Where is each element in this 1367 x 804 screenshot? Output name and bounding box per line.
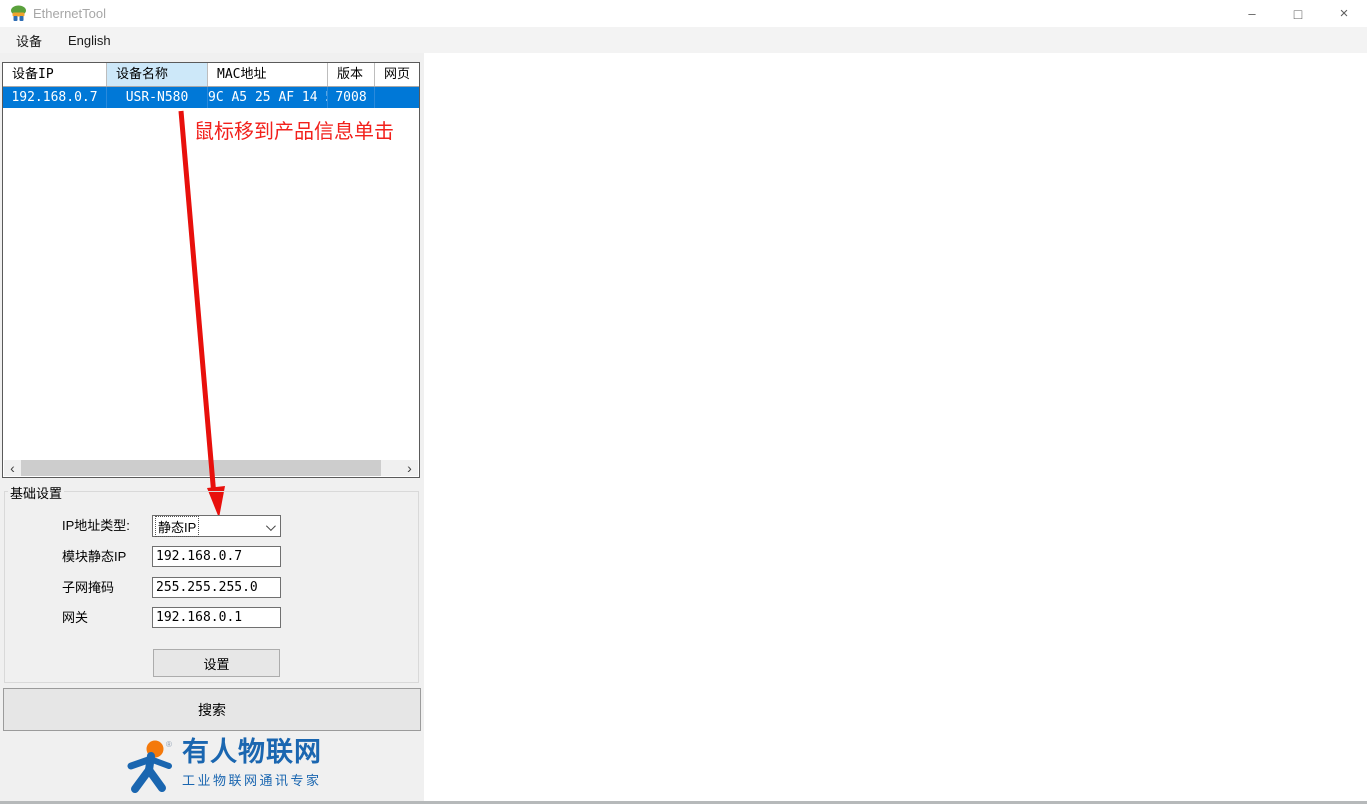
maximize-icon: □	[1294, 6, 1302, 22]
device-table-header: 设备IP 设备名称 MAC地址 版本 网页	[3, 63, 419, 87]
table-row-selected[interactable]: 192.168.0.7 USR-N580 9C A5 25 AF 14 57 7…	[3, 87, 419, 108]
basic-settings-label: 基础设置	[8, 483, 64, 502]
subnet-label: 子网掩码	[62, 577, 114, 599]
brand-text: 有人物联网 工业物联网通讯专家	[182, 737, 322, 789]
close-icon: ×	[1340, 5, 1349, 22]
header-cell-mac[interactable]: MAC地址	[208, 63, 328, 86]
left-panel: 设备IP 设备名称 MAC地址 版本 网页 192.168.0.7 USR-N5…	[0, 53, 424, 801]
menu-item-english[interactable]: English	[58, 29, 121, 52]
menu-bar: 设备 English	[0, 27, 1367, 53]
cell-version: 7008	[328, 87, 375, 108]
search-button[interactable]: 搜索	[3, 688, 421, 731]
static-ip-field[interactable]	[152, 546, 281, 567]
annotation-text: 鼠标移到产品信息单击	[194, 115, 394, 144]
cell-web	[375, 87, 419, 108]
minimize-icon: –	[1248, 6, 1255, 21]
svg-text:®: ®	[166, 740, 172, 749]
set-button[interactable]: 设置	[153, 649, 280, 677]
static-ip-label: 模块静态IP	[62, 546, 126, 568]
header-cell-device-ip[interactable]: 设备IP	[3, 63, 107, 86]
minimize-button[interactable]: –	[1229, 0, 1275, 27]
window-title: EthernetTool	[33, 6, 106, 21]
close-button[interactable]: ×	[1321, 0, 1367, 27]
ip-type-label: IP地址类型:	[62, 515, 130, 537]
header-cell-web[interactable]: 网页	[375, 63, 419, 86]
scrollbar-thumb[interactable]	[21, 460, 381, 476]
subnet-field[interactable]	[152, 577, 281, 598]
maximize-button[interactable]: □	[1275, 0, 1321, 27]
horizontal-scrollbar[interactable]: ‹ ›	[4, 460, 418, 476]
cell-mac: 9C A5 25 AF 14 57	[208, 87, 328, 108]
chevron-down-icon	[266, 521, 276, 531]
brand-name: 有人物联网	[182, 737, 322, 767]
header-cell-device-name[interactable]: 设备名称	[107, 63, 208, 86]
window-controls: – □ ×	[1229, 0, 1367, 27]
menu-item-device[interactable]: 设备	[6, 27, 52, 54]
titlebar: EthernetTool – □ ×	[0, 0, 1367, 27]
brand-logo: ® 有人物联网 工业物联网通讯专家	[124, 737, 322, 795]
scroll-right-icon[interactable]: ›	[401, 460, 418, 476]
header-cell-version[interactable]: 版本	[328, 63, 375, 86]
gateway-field[interactable]	[152, 607, 281, 628]
brand-tagline: 工业物联网通讯专家	[182, 770, 322, 789]
cell-device-name: USR-N580	[107, 87, 208, 108]
app-window: EthernetTool – □ × 设备 English 设备IP 设备名称 …	[0, 0, 1367, 804]
main-content-area	[424, 53, 1367, 801]
gateway-label: 网关	[62, 607, 88, 629]
app-icon	[10, 5, 27, 22]
ip-type-select[interactable]: 静态IP	[152, 515, 281, 537]
running-person-icon: ®	[124, 739, 176, 795]
cell-device-ip: 192.168.0.7	[3, 87, 107, 108]
scroll-left-icon[interactable]: ‹	[4, 460, 21, 476]
ip-type-value: 静态IP	[156, 517, 198, 536]
